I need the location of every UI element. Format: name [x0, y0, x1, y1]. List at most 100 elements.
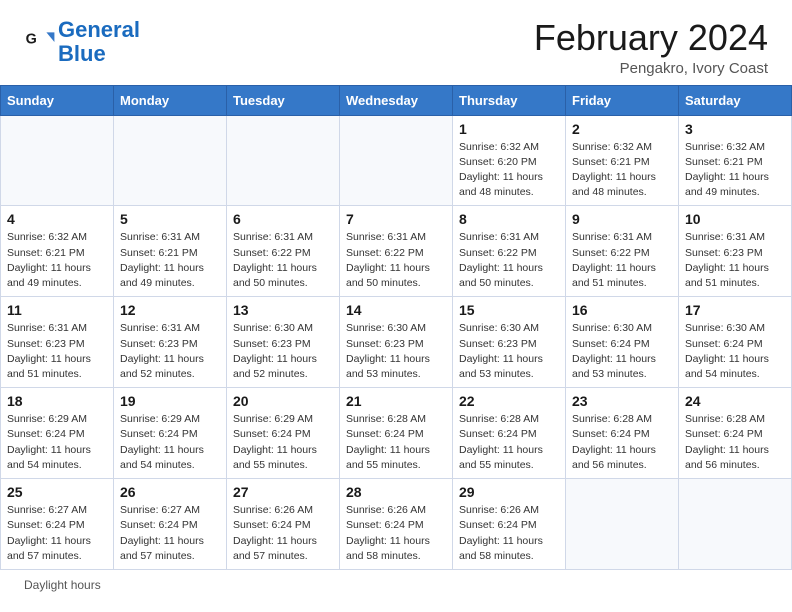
page-header: G General Blue February 2024 Pengakro, I… [0, 0, 792, 85]
calendar-day-cell: 7Sunrise: 6:31 AM Sunset: 6:22 PM Daylig… [340, 206, 453, 297]
calendar-day-cell: 22Sunrise: 6:28 AM Sunset: 6:24 PM Dayli… [453, 388, 566, 479]
calendar-day-cell: 1 Sunrise: 6:32 AM Sunset: 6:20 PM Daylig… [453, 115, 566, 206]
calendar-footer: Daylight hours [0, 570, 792, 598]
day-number: 23 [572, 393, 672, 409]
day-detail: Sunrise: 6:31 AM Sunset: 6:22 PM Dayligh… [572, 230, 672, 291]
calendar-day-cell: 13 Sunrise: 6:30 AM Sunset: 6:23 PM Dayli… [227, 297, 340, 388]
day-detail: Sunrise: 6:27 AM Sunset: 6:24 PM Dayligh… [120, 503, 220, 564]
calendar-week-row: 4Sunrise: 6:32 AM Sunset: 6:21 PM Daylig… [1, 206, 792, 297]
calendar-day-cell [679, 479, 792, 570]
day-number: 14 [346, 302, 446, 318]
calendar-day-cell: 28 Sunrise: 6:26 AM Sunset: 6:24 PM Dayli… [340, 479, 453, 570]
day-detail: Sunrise: 6:29 AM Sunset: 6:24 PM Dayligh… [7, 412, 107, 473]
day-detail: Sunrise: 6:32 AM Sunset: 6:21 PM Dayligh… [685, 140, 785, 201]
day-detail: Sunrise: 6:26 AM Sunset: 6:24 PM Dayligh… [346, 503, 446, 564]
calendar-weekday-header: Sunday [1, 85, 114, 115]
day-detail: Sunrise: 6:30 AM Sunset: 6:23 PM Dayligh… [346, 321, 446, 382]
calendar-day-cell: 11 Sunrise: 6:31 AM Sunset: 6:23 PM Dayli… [1, 297, 114, 388]
day-number: 8 [459, 211, 559, 227]
day-detail: Sunrise: 6:32 AM Sunset: 6:21 PM Dayligh… [572, 140, 672, 201]
page-title: February 2024 [534, 18, 768, 58]
calendar-day-cell: 8Sunrise: 6:31 AM Sunset: 6:22 PM Daylig… [453, 206, 566, 297]
calendar-day-cell: 18 Sunrise: 6:29 AM Sunset: 6:24 PM Dayli… [1, 388, 114, 479]
calendar-day-cell: 9 Sunrise: 6:31 AM Sunset: 6:22 PM Daylig… [566, 206, 679, 297]
daylight-label: Daylight hours [24, 578, 101, 592]
day-detail: Sunrise: 6:31 AM Sunset: 6:23 PM Dayligh… [7, 321, 107, 382]
day-detail: Sunrise: 6:31 AM Sunset: 6:23 PM Dayligh… [120, 321, 220, 382]
calendar-week-row: 25 Sunrise: 6:27 AM Sunset: 6:24 PM Dayli… [1, 479, 792, 570]
day-detail: Sunrise: 6:32 AM Sunset: 6:20 PM Dayligh… [459, 140, 559, 201]
calendar-weekday-header: Saturday [679, 85, 792, 115]
day-number: 12 [120, 302, 220, 318]
day-number: 28 [346, 484, 446, 500]
day-detail: Sunrise: 6:29 AM Sunset: 6:24 PM Dayligh… [233, 412, 333, 473]
day-detail: Sunrise: 6:30 AM Sunset: 6:24 PM Dayligh… [685, 321, 785, 382]
day-detail: Sunrise: 6:26 AM Sunset: 6:24 PM Dayligh… [459, 503, 559, 564]
calendar-day-cell: 10Sunrise: 6:31 AM Sunset: 6:23 PM Dayli… [679, 206, 792, 297]
calendar-week-row: 1 Sunrise: 6:32 AM Sunset: 6:20 PM Daylig… [1, 115, 792, 206]
day-detail: Sunrise: 6:28 AM Sunset: 6:24 PM Dayligh… [459, 412, 559, 473]
day-number: 25 [7, 484, 107, 500]
calendar-day-cell [114, 115, 227, 206]
day-detail: Sunrise: 6:31 AM Sunset: 6:21 PM Dayligh… [120, 230, 220, 291]
day-number: 2 [572, 121, 672, 137]
day-number: 24 [685, 393, 785, 409]
calendar-day-cell [340, 115, 453, 206]
calendar-day-cell: 3Sunrise: 6:32 AM Sunset: 6:21 PM Daylig… [679, 115, 792, 206]
day-detail: Sunrise: 6:31 AM Sunset: 6:22 PM Dayligh… [346, 230, 446, 291]
logo-icon: G [24, 26, 56, 58]
calendar-day-cell: 2 Sunrise: 6:32 AM Sunset: 6:21 PM Daylig… [566, 115, 679, 206]
calendar-day-cell: 29Sunrise: 6:26 AM Sunset: 6:24 PM Dayli… [453, 479, 566, 570]
day-number: 5 [120, 211, 220, 227]
calendar-day-cell: 21Sunrise: 6:28 AM Sunset: 6:24 PM Dayli… [340, 388, 453, 479]
calendar-week-row: 18 Sunrise: 6:29 AM Sunset: 6:24 PM Dayli… [1, 388, 792, 479]
day-number: 27 [233, 484, 333, 500]
calendar-day-cell: 17Sunrise: 6:30 AM Sunset: 6:24 PM Dayli… [679, 297, 792, 388]
calendar-header-row: SundayMondayTuesdayWednesdayThursdayFrid… [1, 85, 792, 115]
day-number: 9 [572, 211, 672, 227]
calendar-day-cell: 5 Sunrise: 6:31 AM Sunset: 6:21 PM Daylig… [114, 206, 227, 297]
calendar-weekday-header: Wednesday [340, 85, 453, 115]
day-detail: Sunrise: 6:28 AM Sunset: 6:24 PM Dayligh… [572, 412, 672, 473]
day-number: 21 [346, 393, 446, 409]
title-block: February 2024 Pengakro, Ivory Coast [534, 18, 768, 77]
day-detail: Sunrise: 6:30 AM Sunset: 6:23 PM Dayligh… [233, 321, 333, 382]
day-number: 1 [459, 121, 559, 137]
day-detail: Sunrise: 6:29 AM Sunset: 6:24 PM Dayligh… [120, 412, 220, 473]
svg-text:G: G [26, 32, 37, 48]
calendar-day-cell: 14 Sunrise: 6:30 AM Sunset: 6:23 PM Dayli… [340, 297, 453, 388]
day-number: 13 [233, 302, 333, 318]
day-detail: Sunrise: 6:27 AM Sunset: 6:24 PM Dayligh… [7, 503, 107, 564]
day-number: 19 [120, 393, 220, 409]
day-detail: Sunrise: 6:30 AM Sunset: 6:24 PM Dayligh… [572, 321, 672, 382]
calendar-day-cell: 23 Sunrise: 6:28 AM Sunset: 6:24 PM Dayli… [566, 388, 679, 479]
day-number: 26 [120, 484, 220, 500]
calendar-day-cell: 6 Sunrise: 6:31 AM Sunset: 6:22 PM Daylig… [227, 206, 340, 297]
calendar-day-cell: 25 Sunrise: 6:27 AM Sunset: 6:24 PM Dayli… [1, 479, 114, 570]
logo-text: General Blue [58, 18, 140, 66]
calendar-weekday-header: Tuesday [227, 85, 340, 115]
day-number: 18 [7, 393, 107, 409]
day-number: 6 [233, 211, 333, 227]
logo: G General Blue [24, 18, 140, 66]
day-number: 11 [7, 302, 107, 318]
calendar-day-cell: 16Sunrise: 6:30 AM Sunset: 6:24 PM Dayli… [566, 297, 679, 388]
calendar-day-cell: 27 Sunrise: 6:26 AM Sunset: 6:24 PM Dayli… [227, 479, 340, 570]
page-subtitle: Pengakro, Ivory Coast [534, 60, 768, 77]
calendar-day-cell: 15Sunrise: 6:30 AM Sunset: 6:23 PM Dayli… [453, 297, 566, 388]
day-number: 20 [233, 393, 333, 409]
day-number: 4 [7, 211, 107, 227]
calendar-day-cell: 20 Sunrise: 6:29 AM Sunset: 6:24 PM Dayli… [227, 388, 340, 479]
calendar-weekday-header: Thursday [453, 85, 566, 115]
calendar-weekday-header: Friday [566, 85, 679, 115]
day-detail: Sunrise: 6:26 AM Sunset: 6:24 PM Dayligh… [233, 503, 333, 564]
calendar-day-cell [566, 479, 679, 570]
calendar-table: SundayMondayTuesdayWednesdayThursdayFrid… [0, 85, 792, 570]
day-detail: Sunrise: 6:31 AM Sunset: 6:22 PM Dayligh… [233, 230, 333, 291]
calendar-day-cell: 24 Sunrise: 6:28 AM Sunset: 6:24 PM Dayli… [679, 388, 792, 479]
calendar-day-cell: 19 Sunrise: 6:29 AM Sunset: 6:24 PM Dayli… [114, 388, 227, 479]
day-detail: Sunrise: 6:28 AM Sunset: 6:24 PM Dayligh… [685, 412, 785, 473]
calendar-day-cell [227, 115, 340, 206]
calendar-day-cell: 26 Sunrise: 6:27 AM Sunset: 6:24 PM Dayli… [114, 479, 227, 570]
calendar-day-cell: 4Sunrise: 6:32 AM Sunset: 6:21 PM Daylig… [1, 206, 114, 297]
